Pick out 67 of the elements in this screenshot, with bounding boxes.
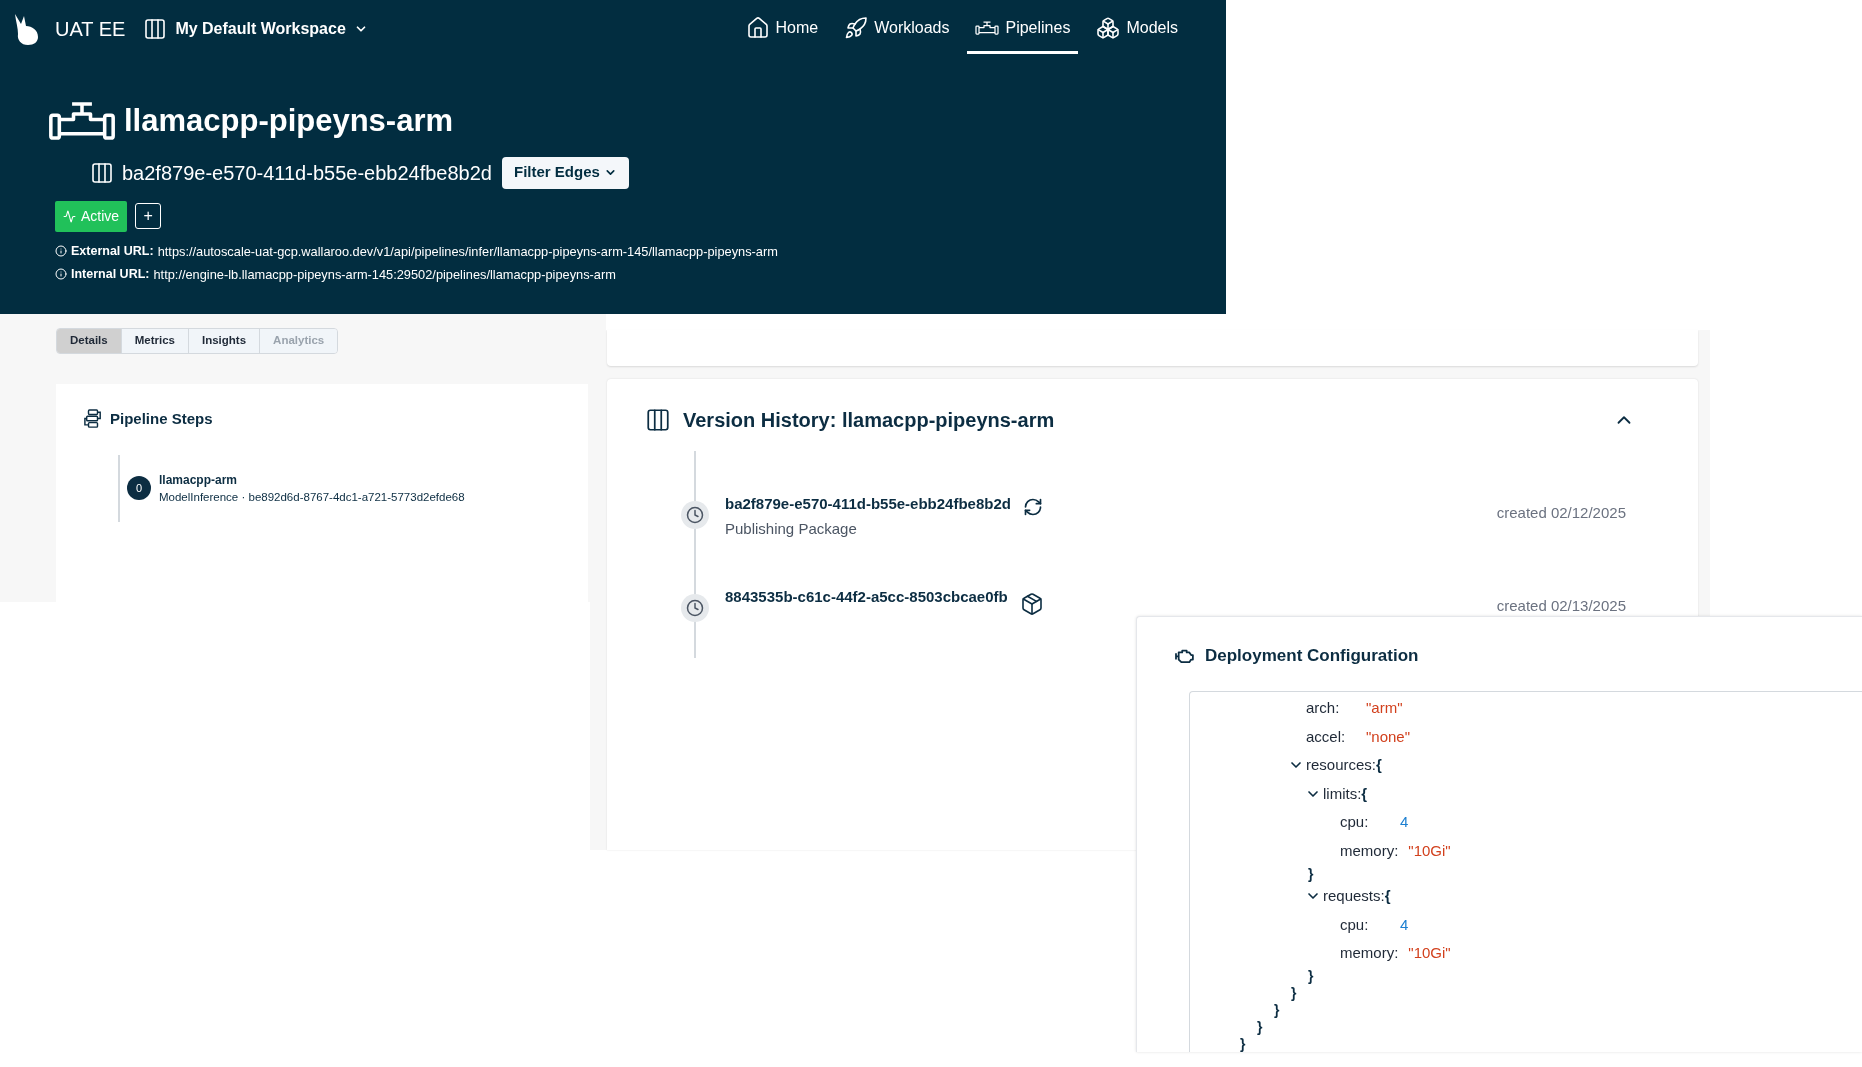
url-label: External URL: [71,242,154,260]
nav-tab[interactable]: Workloads [836,4,958,54]
open-brace: { [1384,886,1391,906]
step-detail: ModelInference · be892d6d-8767-4dc1-a721-5773d2efde68 [159,489,465,505]
config-key: limits: [1323,782,1362,805]
tab[interactable]: Details [57,329,121,353]
config-key: cpu: [1340,913,1390,936]
config-key: cpu: [1340,811,1390,834]
created-date: created 02/12/2025 [1496,503,1626,523]
activity-icon [63,209,76,223]
workspace-icon [143,17,168,41]
step-name: llamacpp-arm [159,471,239,489]
info-icon [55,268,67,281]
close-brace: } [1240,1037,1246,1051]
config-value: "none" [1366,726,1411,747]
open-brace: { [1361,783,1368,804]
tab[interactable]: Metrics [120,329,188,353]
config-key: arch: [1306,697,1356,720]
nav-tab[interactable]: Models [1088,4,1186,54]
app-name: UAT EE [55,17,126,42]
close-brace: } [1257,1020,1263,1034]
version-id: 8843535b-c61c-44f2-a5cc-8503cbcae0fb [725,587,1008,607]
config-value: "10Gi" [1408,943,1451,963]
card-title: Pipeline Steps [110,409,213,429]
close-brace: } [1308,866,1314,881]
refresh-icon[interactable] [1023,497,1043,517]
package-icon[interactable] [1019,592,1044,616]
close-brace: } [1308,969,1314,983]
engine-icon [1173,647,1195,664]
nav-tab[interactable]: Pipelines [967,4,1079,54]
url-value: http://engine-lb.llamacpp-pipeyns-arm-145:29502/pipelines/llamacpp-pipeyns-arm [153,265,616,284]
url-label: Internal URL: [71,265,150,283]
config-key: accel: [1306,725,1356,748]
stacked-blocks-icon [84,409,102,430]
clock-icon [686,599,704,617]
card-title: Deployment Configuration [1205,645,1419,667]
url-value: https://autoscale-uat-gcp.wallaroo.dev/v1/api/pipelines/infer/llamacpp-pipeyns-arm-145/llamacpp-pipeyns-arm [157,242,778,261]
nav-tab[interactable]: Home [737,4,827,54]
card-title: Version History: llamacpp-pipeyns-arm [683,408,1055,433]
config-key: memory: [1340,942,1399,965]
version-icon [90,160,114,185]
config-value: "10Gi" [1408,840,1451,861]
close-brace: } [1274,1003,1280,1017]
step-index-badge: 0 [127,476,151,501]
version-id: ba2f879e-e570-411d-b55e-ebb24fbe8b2d [725,494,1011,514]
version-icon [645,407,671,433]
config-key: resources: [1306,754,1377,777]
version-status: Publishing Package [725,518,858,539]
pipeline-version: ba2f879e-e570-411d-b55e-ebb24fbe8b2d [122,160,492,186]
home-icon [745,15,770,40]
config-value: "arm" [1366,698,1403,718]
info-icon [55,245,67,258]
workspace-selector[interactable]: My Default Workspace [143,17,368,41]
config-value: 4 [1400,812,1409,832]
add-button[interactable]: + [135,203,162,229]
rocket-icon [844,15,869,40]
tab[interactable]: Insights [188,329,260,353]
config-key: requests: [1323,885,1385,908]
pipeline-title: llamacpp-pipeyns-arm [124,102,454,140]
config-key: memory: [1340,839,1399,862]
config-value: 4 [1400,914,1409,935]
close-brace: } [1291,986,1297,1000]
clock-icon [686,506,704,524]
filter-edges-button[interactable]: Filter Edges [501,156,629,189]
created-date: created 02/13/2025 [1496,596,1626,616]
cubes-icon [1096,15,1121,40]
open-brace: { [1376,755,1382,775]
